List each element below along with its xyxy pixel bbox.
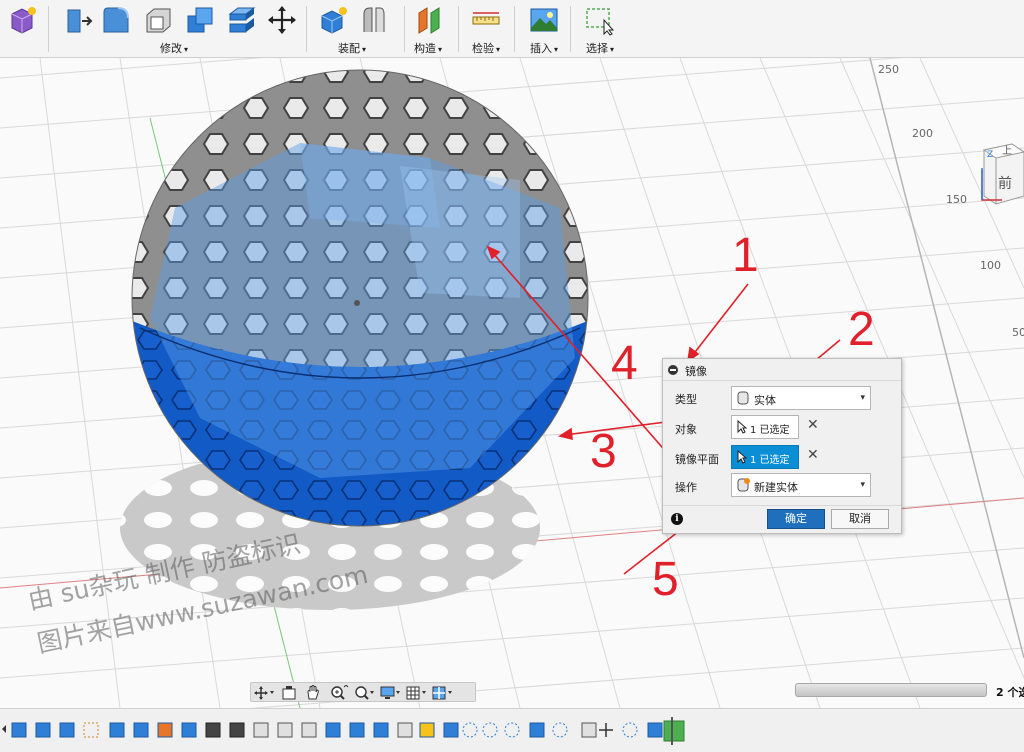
annotation-number-2: 2 <box>848 303 875 356</box>
clear-objects-icon[interactable]: ✕ <box>807 417 819 433</box>
objects-selection-button[interactable]: 1 已选定 <box>731 415 799 439</box>
annotation-number-5: 5 <box>652 553 679 606</box>
offset-plane-icon[interactable] <box>414 4 446 36</box>
shell-icon[interactable] <box>142 4 174 36</box>
dialog-header: 镜像 <box>663 359 901 381</box>
body-icon <box>737 391 749 405</box>
operation-select[interactable]: 新建实体 ▾ <box>731 473 871 497</box>
zoom-icon[interactable] <box>329 684 351 701</box>
new-body-icon <box>737 478 750 492</box>
grid-tick: 100 <box>980 259 1001 272</box>
select-window-icon[interactable] <box>584 4 616 36</box>
grid-settings-icon[interactable] <box>405 685 427 701</box>
create-solid-icon[interactable] <box>6 4 38 36</box>
select-menu[interactable]: 选择 ▾ <box>586 40 614 56</box>
chevron-down-icon: ▾ <box>860 480 865 490</box>
fillet-icon[interactable] <box>100 4 132 36</box>
type-label: 类型 <box>675 393 697 406</box>
insert-menu[interactable]: 插入 ▾ <box>530 40 558 56</box>
assemble-menu[interactable]: 装配 ▾ <box>338 40 366 56</box>
grid-tick: 250 <box>878 63 899 76</box>
combine-icon[interactable] <box>184 4 216 36</box>
viewcube-front-label: 前 <box>998 175 1012 192</box>
main-toolbar: 修改 ▾ 装配 ▾ 构造 ▾ 检验 ▾ 插入 ▾ 选择 ▾ <box>0 0 1024 58</box>
modify-menu[interactable]: 修改 ▾ <box>160 40 188 56</box>
axis-z-label: Z <box>987 150 993 160</box>
grid-tick: 50 <box>1012 326 1024 339</box>
mirror-plane-label: 镜像平面 <box>675 453 719 466</box>
measure-icon[interactable] <box>470 4 502 36</box>
ok-button[interactable]: 确定 <box>767 509 825 529</box>
mirror-dialog: 镜像 类型 实体 ▾ 对象 1 已选定 ✕ 镜像平面 1 已选定 ✕ 操作 新建… <box>662 358 902 534</box>
cursor-icon <box>737 450 747 464</box>
mirror-plane-selection-button[interactable]: 1 已选定 <box>731 445 799 469</box>
insert-image-icon[interactable] <box>528 4 560 36</box>
collapse-icon[interactable] <box>668 365 678 375</box>
grid-tick: 150 <box>946 193 967 206</box>
cancel-button[interactable]: 取消 <box>831 509 889 529</box>
operation-label: 操作 <box>675 481 697 494</box>
objects-label: 对象 <box>675 423 697 436</box>
inspect-menu[interactable]: 检验 ▾ <box>472 40 500 56</box>
look-at-icon[interactable] <box>279 685 301 701</box>
new-component-icon[interactable] <box>318 4 350 36</box>
selection-count: 2 个选 <box>996 686 1024 699</box>
view-cube[interactable]: Z 上 前 <box>972 140 1024 210</box>
viewcube-top-label: 上 <box>1002 145 1012 157</box>
clear-plane-icon[interactable]: ✕ <box>807 447 819 463</box>
construct-menu[interactable]: 构造 ▾ <box>414 40 442 56</box>
annotation-number-4: 4 <box>611 337 638 390</box>
annotation-number-3: 3 <box>590 425 617 478</box>
dialog-title: 镜像 <box>685 365 707 378</box>
zoom-window-icon[interactable] <box>353 685 375 701</box>
pan-icon[interactable] <box>303 685 325 701</box>
joint-icon[interactable] <box>358 4 390 36</box>
type-select[interactable]: 实体 ▾ <box>731 386 871 410</box>
info-icon[interactable]: i <box>671 513 683 525</box>
progress-bar <box>795 683 987 697</box>
timeline <box>0 708 1024 752</box>
move-icon[interactable] <box>266 4 298 36</box>
annotation-number-1: 1 <box>732 229 759 282</box>
timeline-features[interactable] <box>0 709 1024 752</box>
navigation-bar <box>250 682 476 702</box>
press-pull-icon[interactable] <box>62 4 94 36</box>
cursor-icon <box>737 420 747 434</box>
split-icon[interactable] <box>226 4 258 36</box>
grid-tick: 200 <box>912 127 933 140</box>
orbit-icon[interactable] <box>253 685 275 701</box>
timeline-feature-icons[interactable] <box>11 717 685 745</box>
viewports-icon[interactable] <box>431 685 453 701</box>
display-settings-icon[interactable] <box>379 685 401 701</box>
timeline-playback[interactable] <box>2 725 6 733</box>
chevron-down-icon: ▾ <box>860 393 865 403</box>
